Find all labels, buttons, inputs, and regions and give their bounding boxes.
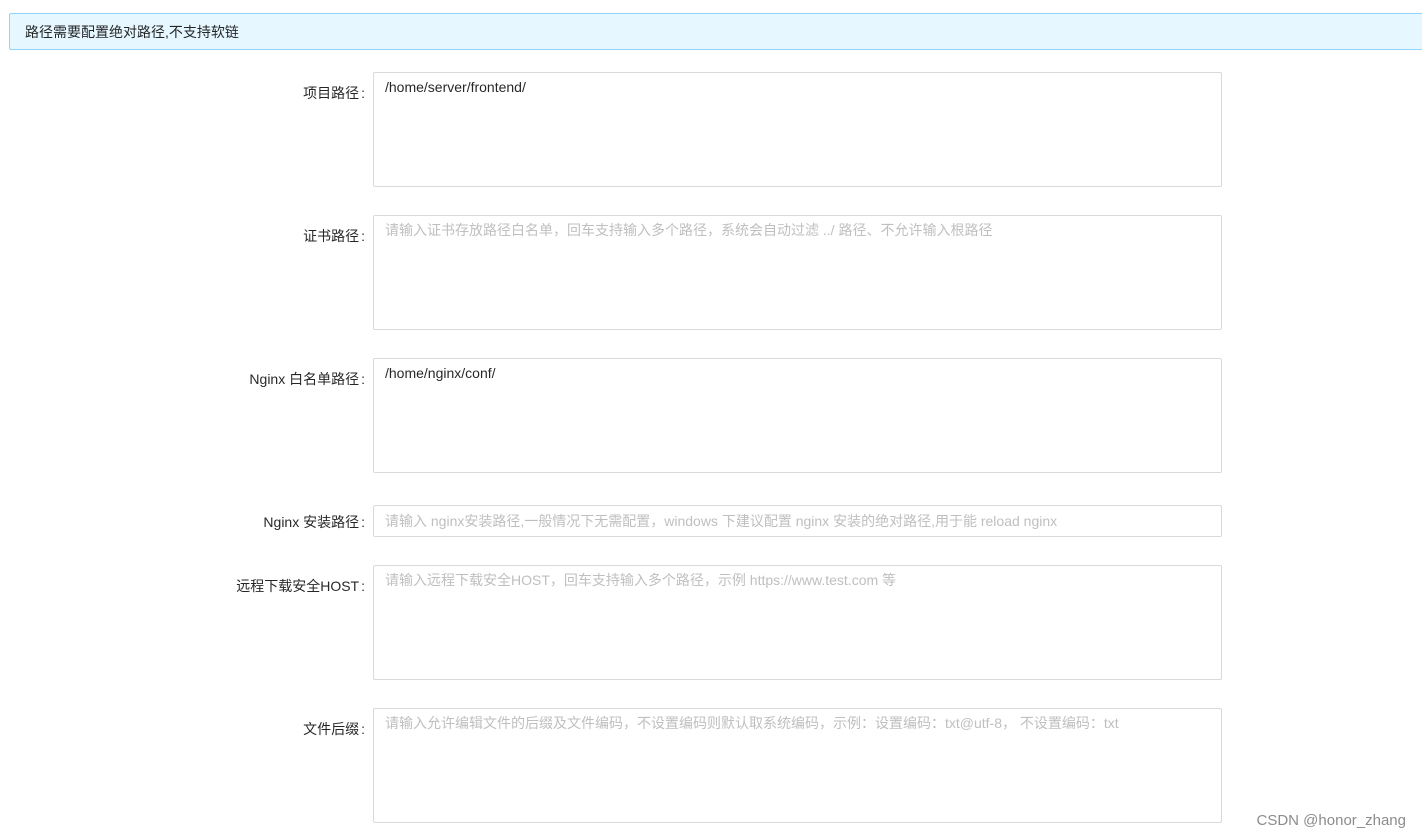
alert-message: 路径需要配置绝对路径,不支持软链 bbox=[25, 24, 239, 40]
project-path-textarea[interactable] bbox=[373, 72, 1222, 187]
info-alert: 路径需要配置绝对路径,不支持软链 bbox=[9, 13, 1422, 50]
file-suffix-textarea[interactable] bbox=[373, 708, 1222, 823]
file-suffix-label: 文件后缀: bbox=[303, 721, 365, 737]
remote-host-textarea[interactable] bbox=[373, 565, 1222, 680]
watermark: CSDN @honor_zhang bbox=[1256, 812, 1406, 829]
nginx-whitelist-label: Nginx 白名单路径: bbox=[249, 371, 365, 387]
nginx-install-label: Nginx 安装路径: bbox=[263, 514, 365, 530]
cert-path-textarea[interactable] bbox=[373, 215, 1222, 330]
remote-host-label: 远程下载安全HOST: bbox=[236, 578, 365, 594]
nginx-install-input[interactable] bbox=[373, 505, 1222, 537]
cert-path-label: 证书路径: bbox=[303, 228, 365, 244]
nginx-whitelist-textarea[interactable] bbox=[373, 358, 1222, 473]
project-path-label: 项目路径: bbox=[303, 85, 365, 101]
